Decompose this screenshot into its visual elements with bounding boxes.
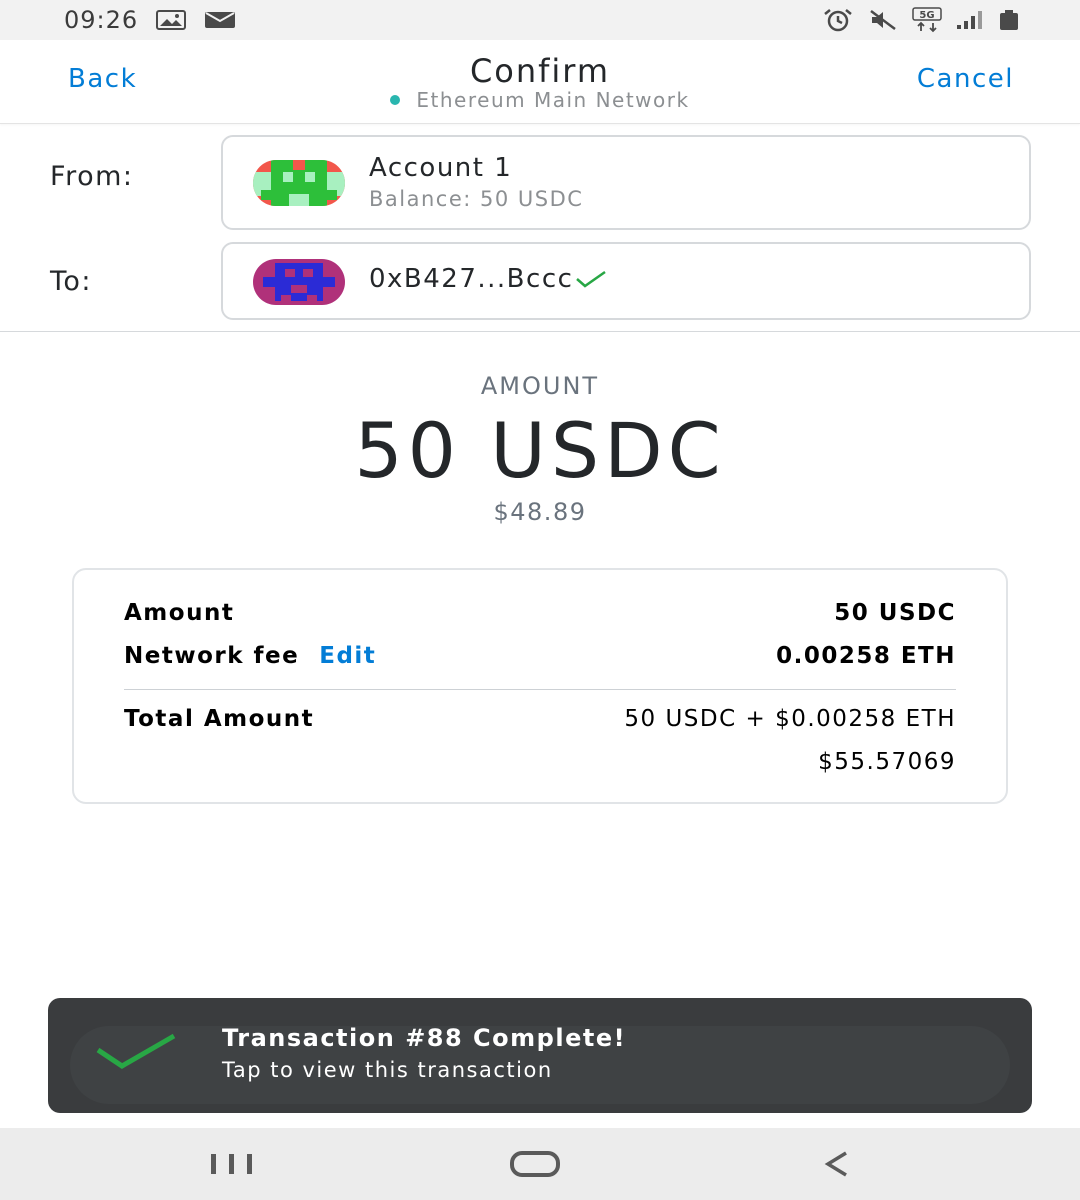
from-account-balance: Balance: 50 USDC (369, 187, 584, 211)
home-icon (510, 1151, 560, 1177)
back-icon (824, 1151, 847, 1177)
message-icon (204, 11, 236, 29)
summary-total-fiat-row: $55.57069 (124, 749, 956, 775)
to-address-box[interactable]: 0xB427...Bccc (221, 242, 1031, 320)
transaction-summary-card: Amount 50 USDC Network fee Edit 0.00258 E… (72, 568, 1008, 804)
alarm-icon (822, 8, 854, 32)
edit-fee-button[interactable]: Edit (319, 643, 376, 669)
amount-fiat-value: $48.89 (493, 498, 587, 526)
5g-badge-text: 5G (919, 10, 934, 21)
from-account-avatar (253, 160, 345, 206)
to-row: To: 0xB427...Bccc (0, 242, 1080, 320)
summary-total-row: Total Amount 50 USDC + $0.00258 ETH (124, 706, 956, 732)
summary-total-fiat: $55.57069 (818, 749, 956, 775)
status-left: 09:26 (64, 6, 236, 34)
toast-subtitle: Tap to view this transaction (222, 1058, 553, 1082)
summary-fee-label: Network fee (124, 643, 300, 669)
summary-amount-row: Amount 50 USDC (124, 600, 956, 626)
network-status-dot (390, 94, 401, 105)
header: Back Confirm Ethereum Main Network Cance… (0, 40, 1080, 124)
status-right: 5G (822, 7, 1020, 33)
from-row: From: Account 1 Balance: 50 USDC (0, 135, 1080, 231)
summary-fee-label-group: Network fee Edit (124, 643, 376, 669)
cancel-button[interactable]: Cancel (917, 64, 1014, 94)
from-account-box[interactable]: Account 1 Balance: 50 USDC (221, 135, 1031, 230)
summary-total-value: 50 USDC + $0.00258 ETH (624, 706, 956, 732)
battery-icon (998, 9, 1020, 31)
summary-fee-value: 0.00258 ETH (776, 643, 956, 669)
section-divider (0, 331, 1080, 332)
system-nav-bar (0, 1128, 1080, 1200)
toast-title: Transaction #88 Complete! (222, 1024, 627, 1052)
amount-label: AMOUNT (480, 372, 600, 400)
image-icon (156, 10, 187, 30)
5g-icon: 5G (912, 7, 942, 33)
recent-apps-button[interactable] (200, 1144, 264, 1184)
status-time: 09:26 (64, 6, 139, 34)
to-address: 0xB427...Bccc (369, 264, 609, 294)
mute-icon (868, 8, 898, 32)
from-label: From: (50, 161, 134, 192)
status-bar: 09:26 5G (0, 0, 1080, 40)
to-address-avatar (253, 259, 345, 305)
signal-icon (956, 10, 984, 30)
to-label: To: (50, 266, 93, 297)
check-icon (576, 270, 607, 288)
to-address-text: 0xB427...Bccc (369, 264, 574, 294)
success-check-icon (96, 1033, 176, 1069)
summary-fee-row: Network fee Edit 0.00258 ETH (124, 643, 956, 669)
from-account-name: Account 1 (369, 153, 513, 183)
amount-value: 50 USDC (354, 406, 726, 495)
summary-amount-value: 50 USDC (834, 600, 956, 626)
recent-apps-icon (211, 1154, 252, 1174)
summary-amount-label: Amount (124, 600, 235, 626)
home-button[interactable] (500, 1144, 570, 1184)
network-name: Ethereum Main Network (416, 88, 690, 112)
summary-total-label: Total Amount (124, 706, 315, 732)
nav-back-button[interactable] (812, 1144, 862, 1184)
summary-divider (124, 689, 956, 690)
transaction-complete-toast[interactable]: Transaction #88 Complete! Tap to view th… (48, 998, 1032, 1113)
